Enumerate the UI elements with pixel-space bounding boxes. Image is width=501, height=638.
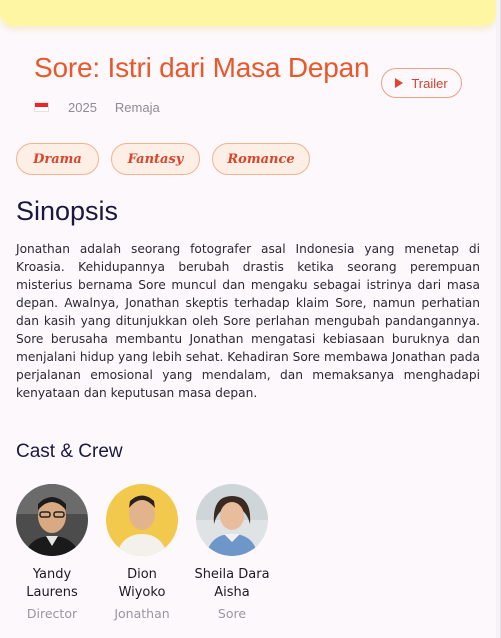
avatar-yandy-laurens xyxy=(16,484,88,556)
avatar-dion-wiyoko xyxy=(106,484,178,556)
genre-chip-drama[interactable]: Drama xyxy=(16,143,99,175)
play-icon xyxy=(395,78,404,88)
cast-item[interactable]: Dion Wiyoko Jonathan xyxy=(102,484,182,621)
cast-heading: Cast & Crew xyxy=(16,441,123,462)
cast-role: Director xyxy=(26,606,78,621)
synopsis-text: Jonathan adalah seorang fotografer asal … xyxy=(16,242,480,400)
cast-name: Dion Wiyoko xyxy=(118,567,166,600)
indonesia-flag-icon xyxy=(34,102,49,112)
movie-title: Sore: Istri dari Masa Depan xyxy=(34,52,370,83)
trailer-button[interactable]: Trailer xyxy=(381,68,462,98)
age-rating: Remaja xyxy=(114,99,160,115)
cast-item[interactable]: Sheila Dara Aisha Sore xyxy=(192,484,272,621)
synopsis-heading: Sinopsis xyxy=(16,196,119,226)
cast-name: Yandy Laurens xyxy=(26,567,78,600)
top-banner xyxy=(0,0,497,26)
cast-role: Jonathan xyxy=(114,606,170,621)
genre-chip-fantasy[interactable]: Fantasy xyxy=(111,143,200,175)
avatar-sheila-dara-aisha xyxy=(196,484,268,556)
cast-name: Sheila Dara Aisha xyxy=(194,567,270,600)
movie-detail-page: Sore: Istri dari Masa Depan Trailer 2025… xyxy=(0,0,501,638)
cast-role: Sore xyxy=(217,606,247,621)
trailer-label: Trailer xyxy=(411,75,448,91)
cast-list: Yandy Laurens Director Dion Wiyoko Jonat… xyxy=(12,484,272,621)
movie-meta: 2025 Remaja xyxy=(34,99,160,115)
release-year: 2025 xyxy=(68,99,97,115)
scrollbar-track[interactable] xyxy=(496,0,500,638)
genre-list: Drama Fantasy Romance xyxy=(16,143,310,175)
genre-chip-romance[interactable]: Romance xyxy=(212,143,310,175)
cast-item[interactable]: Yandy Laurens Director xyxy=(12,484,92,621)
